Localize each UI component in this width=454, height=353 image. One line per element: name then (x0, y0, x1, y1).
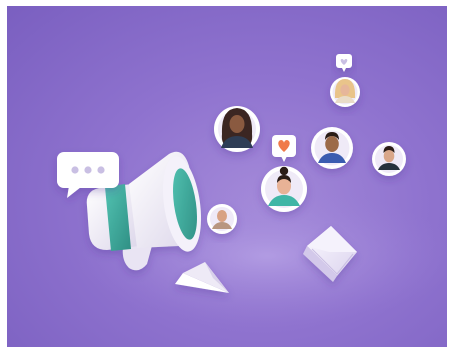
avatar-man-blue-shirt (311, 127, 353, 169)
like-bubble-icon (336, 54, 352, 72)
heart-bubble-icon (272, 135, 296, 162)
illustration-frame (7, 6, 447, 347)
avatar-dark-hair-woman (214, 106, 260, 152)
avatar-bald-man (207, 204, 237, 234)
avatar-man-dark-shirt (372, 142, 406, 176)
bubble-dot (71, 166, 79, 174)
avatar-blonde-woman (330, 77, 360, 107)
illustration-canvas (57, 54, 447, 326)
bubble-dot (84, 166, 92, 174)
bubble-dot (97, 166, 105, 174)
avatar-woman-teal-shirt (261, 166, 307, 212)
